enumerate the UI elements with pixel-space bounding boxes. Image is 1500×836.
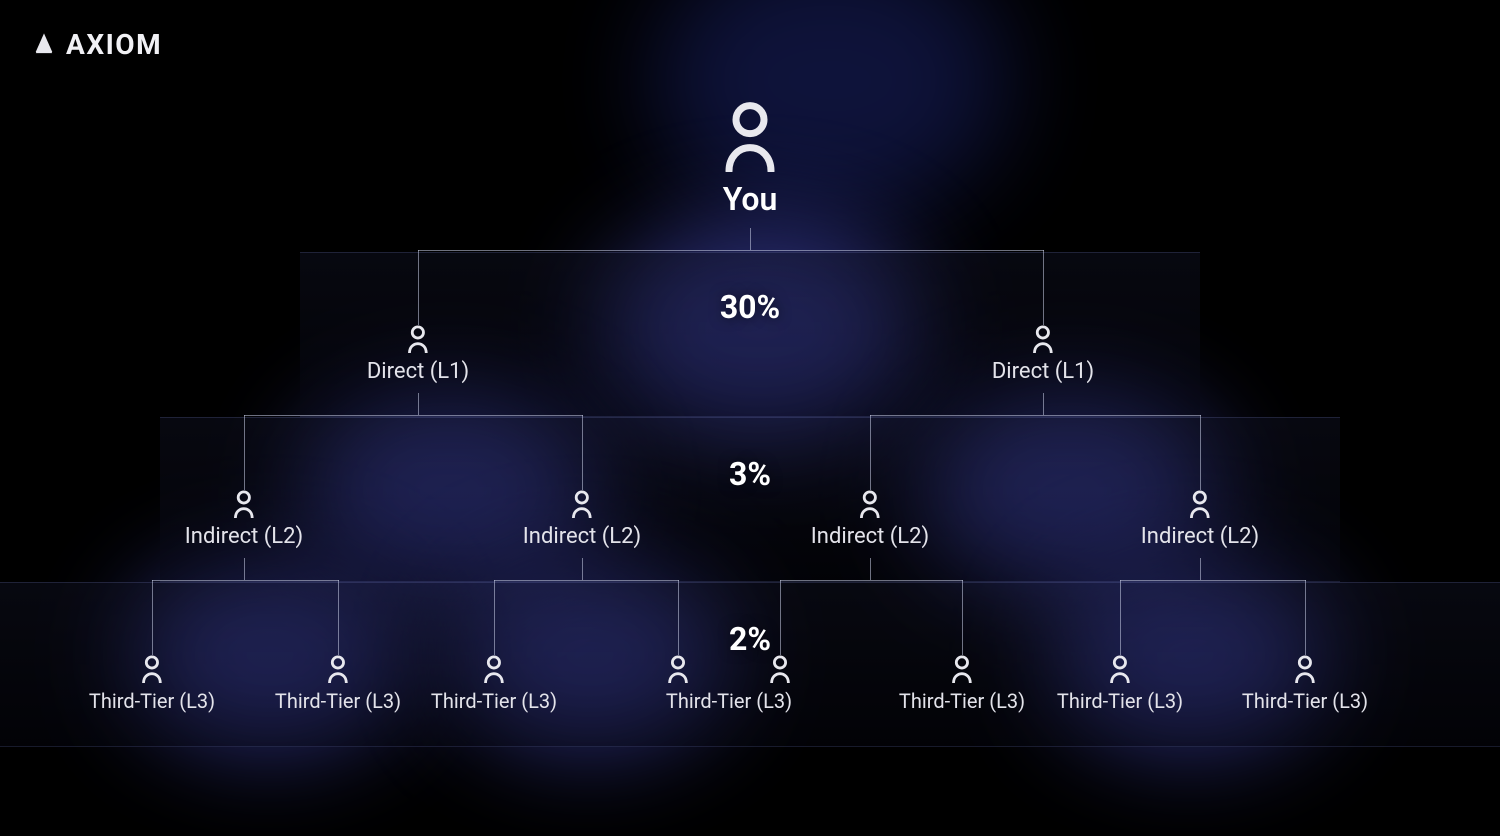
- l1-node: Direct (L1): [992, 325, 1094, 384]
- connector: [780, 580, 963, 581]
- l3-shared-label: Third-Tier (L3): [666, 689, 792, 713]
- user-icon: [1141, 490, 1259, 518]
- l3-node: Third-Tier (L3): [899, 655, 1025, 713]
- l3-node: Third-Tier (L3): [89, 655, 215, 713]
- user-icon: [367, 325, 469, 353]
- connector: [244, 415, 583, 416]
- l3-node: Third-Tier (L3): [1057, 655, 1183, 713]
- brand-logo-icon: [30, 31, 58, 59]
- connector: [870, 558, 871, 580]
- connector: [338, 580, 339, 655]
- brand: AXIOM: [30, 28, 162, 61]
- l3-label: Third-Tier (L3): [89, 689, 215, 713]
- connector: [1305, 580, 1306, 655]
- connector: [780, 580, 781, 655]
- brand-name: AXIOM: [66, 28, 162, 61]
- user-icon: [275, 655, 401, 683]
- tier-l3-percent: 2%: [729, 620, 771, 658]
- l3-label: Third-Tier (L3): [1057, 689, 1183, 713]
- l3-label: Third-Tier (L3): [1242, 689, 1368, 713]
- l3-label: Third-Tier (L3): [666, 689, 792, 713]
- user-icon: [768, 655, 792, 683]
- l3-label: Third-Tier (L3): [275, 689, 401, 713]
- l2-node: Indirect (L2): [523, 490, 641, 549]
- connector: [418, 250, 419, 325]
- connector: [582, 558, 583, 580]
- user-icon: [811, 490, 929, 518]
- connector: [582, 415, 583, 490]
- connector: [418, 393, 419, 415]
- l2-label: Indirect (L2): [185, 524, 303, 549]
- tier-l1-percent: 30%: [720, 288, 780, 326]
- connector: [962, 580, 963, 655]
- connector: [1043, 250, 1044, 325]
- l2-label: Indirect (L2): [811, 524, 929, 549]
- user-icon: [1242, 655, 1368, 683]
- connector: [494, 580, 495, 655]
- user-icon: [722, 100, 778, 176]
- l2-node: Indirect (L2): [811, 490, 929, 549]
- user-icon: [89, 655, 215, 683]
- connector: [1120, 580, 1306, 581]
- l3-node: [666, 655, 690, 689]
- connector: [750, 228, 751, 250]
- connector: [1200, 558, 1201, 580]
- user-icon: [992, 325, 1094, 353]
- l3-node: Third-Tier (L3): [431, 655, 557, 713]
- connector: [494, 580, 679, 581]
- tier-l2-percent: 3%: [729, 455, 771, 493]
- l2-label: Indirect (L2): [1141, 524, 1259, 549]
- connector: [244, 558, 245, 580]
- user-icon: [185, 490, 303, 518]
- connector: [152, 580, 153, 655]
- connector: [1120, 580, 1121, 655]
- user-icon: [431, 655, 557, 683]
- l3-node: Third-Tier (L3): [1242, 655, 1368, 713]
- root-label: You: [722, 180, 778, 218]
- l2-node: Indirect (L2): [1141, 490, 1259, 549]
- l3-node: Third-Tier (L3): [275, 655, 401, 713]
- user-icon: [666, 655, 690, 683]
- connector: [678, 580, 679, 655]
- connector: [870, 415, 871, 490]
- user-icon: [899, 655, 1025, 683]
- connector: [418, 250, 1044, 251]
- l3-label: Third-Tier (L3): [899, 689, 1025, 713]
- connector: [152, 580, 339, 581]
- l1-label: Direct (L1): [992, 359, 1094, 384]
- connector: [1200, 415, 1201, 490]
- connector: [870, 415, 1201, 416]
- l2-label: Indirect (L2): [523, 524, 641, 549]
- l1-label: Direct (L1): [367, 359, 469, 384]
- l1-node: Direct (L1): [367, 325, 469, 384]
- connector: [244, 415, 245, 490]
- l2-node: Indirect (L2): [185, 490, 303, 549]
- user-icon: [523, 490, 641, 518]
- user-icon: [1057, 655, 1183, 683]
- connector: [1043, 393, 1044, 415]
- l3-node: [768, 655, 792, 689]
- l3-label: Third-Tier (L3): [431, 689, 557, 713]
- root-node: You: [722, 100, 778, 218]
